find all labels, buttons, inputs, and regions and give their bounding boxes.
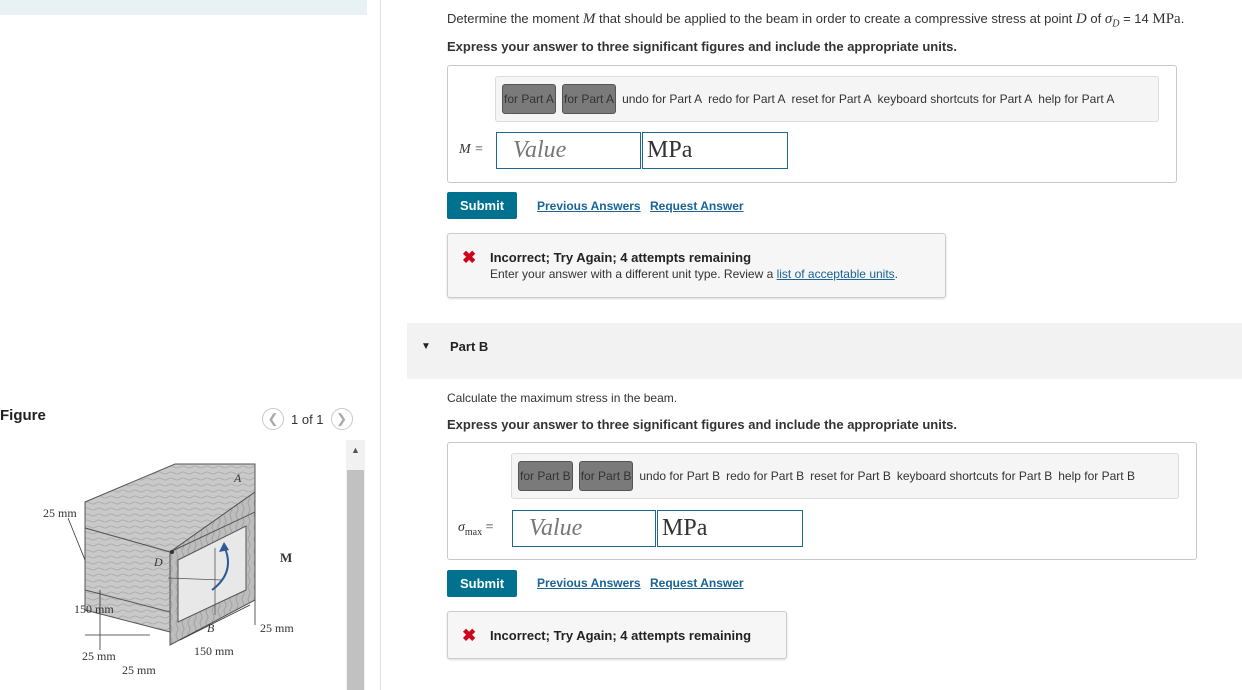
symbol-button[interactable]: for Part A (562, 84, 617, 114)
scroll-thumb[interactable] (347, 470, 364, 690)
figure-pager: ❮ 1 of 1 ❯ (262, 408, 353, 430)
dim-25-right: 25 mm (260, 621, 294, 635)
label-A: A (233, 471, 242, 485)
figure-title: Figure (0, 407, 46, 424)
dim-150-bottom: 150 mm (194, 644, 234, 658)
part-a-value-input[interactable]: Value (496, 132, 641, 169)
error-icon: ✖ (462, 248, 477, 267)
undo-button[interactable]: undo for Part A (622, 92, 702, 106)
part-b-request-answer-link[interactable]: Request Answer (650, 576, 744, 590)
dim-25-bottom: 25 mm (122, 663, 156, 677)
undo-button[interactable]: undo for Part B (639, 469, 720, 483)
part-b-var-label: σmax = (458, 520, 494, 538)
part-b-title[interactable]: Part B (450, 339, 488, 354)
dim-25-bottom-left: 25 mm (82, 649, 116, 663)
part-a-feedback-body: Enter your answer with a different unit … (490, 267, 899, 281)
part-a-request-answer-link[interactable]: Request Answer (650, 199, 744, 213)
symbol-button[interactable]: for Part B (578, 461, 634, 491)
part-a-submit-button[interactable]: Submit (447, 192, 517, 219)
part-a-instruction: Express your answer to three significant… (447, 39, 957, 54)
dim-25-top: 25 mm (43, 506, 77, 520)
keyboard-shortcuts-button[interactable]: keyboard shortcuts for Part A (878, 92, 1033, 106)
acceptable-units-link[interactable]: list of acceptable units (777, 267, 895, 281)
chevron-left-icon[interactable]: ❮ (262, 408, 284, 430)
part-a-var-label: M = (459, 142, 484, 157)
error-icon: ✖ (462, 626, 477, 645)
label-B: B (207, 621, 215, 635)
part-b-submit-button[interactable]: Submit (447, 570, 517, 597)
part-b-instruction: Express your answer to three significant… (447, 417, 957, 432)
scroll-up-icon[interactable]: ▲ (346, 440, 365, 460)
help-button[interactable]: help for Part B (1058, 469, 1135, 483)
part-a-feedback (447, 233, 946, 298)
help-button[interactable]: help for Part A (1038, 92, 1114, 106)
part-a-unit-input[interactable]: MPa (642, 132, 788, 169)
template-button[interactable]: for Part A (502, 84, 557, 114)
panel-divider (380, 0, 381, 690)
figure-top-strip (0, 0, 367, 15)
pager-label: 1 of 1 (291, 411, 324, 427)
label-M: M (280, 550, 292, 565)
part-b-header[interactable] (407, 323, 1242, 379)
keyboard-shortcuts-button[interactable]: keyboard shortcuts for Part B (897, 469, 1052, 483)
part-b-unit-input[interactable]: MPa (657, 510, 803, 547)
part-b-previous-answers-link[interactable]: Previous Answers (537, 576, 641, 590)
part-a-question: Determine the moment M that should be ap… (447, 11, 1185, 30)
part-b-question: Calculate the maximum stress in the beam… (447, 391, 678, 405)
part-a-toolbar: for Part A for Part A undo for Part A re… (495, 76, 1159, 122)
beam-figure: A D B M 25 mm 150 mm 25 mm 25 mm 150 mm … (43, 463, 294, 677)
caret-down-icon[interactable]: ▼ (421, 341, 431, 352)
reset-button[interactable]: reset for Part A (792, 92, 872, 106)
part-b-toolbar: for Part B for Part B undo for Part B re… (511, 453, 1179, 499)
template-button[interactable]: for Part B (518, 461, 573, 491)
redo-button[interactable]: redo for Part A (708, 92, 785, 106)
part-b-value-input[interactable]: Value (512, 510, 656, 547)
redo-button[interactable]: redo for Part B (726, 469, 804, 483)
chevron-right-icon[interactable]: ❯ (330, 408, 353, 430)
reset-button[interactable]: reset for Part B (810, 469, 891, 483)
part-a-feedback-title: Incorrect; Try Again; 4 attempts remaini… (490, 250, 752, 265)
dim-150-left: 150 mm (74, 602, 114, 616)
label-D: D (153, 555, 163, 569)
part-b-feedback-title: Incorrect; Try Again; 4 attempts remaini… (490, 628, 752, 643)
part-a-previous-answers-link[interactable]: Previous Answers (537, 199, 641, 213)
